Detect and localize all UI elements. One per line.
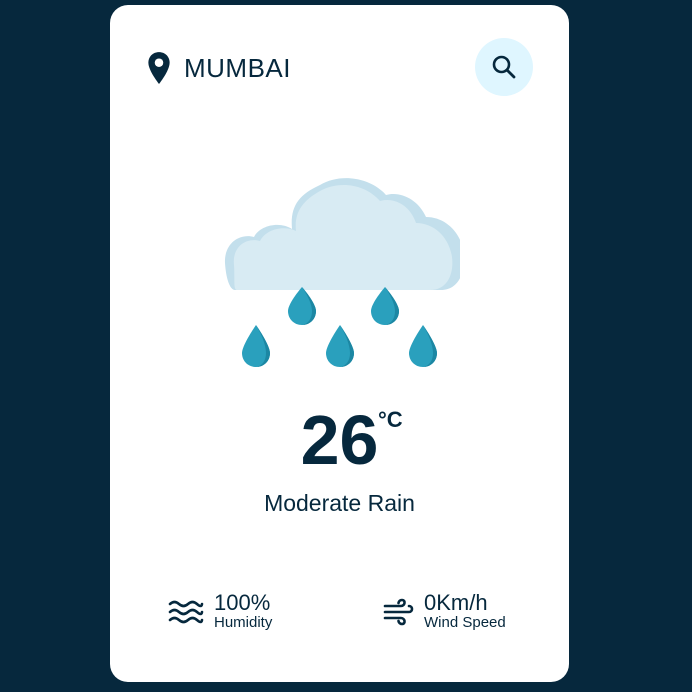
waves-icon	[168, 600, 204, 623]
humidity-stat: 100% Humidity	[168, 591, 272, 632]
rain-cloud-icon	[224, 178, 460, 367]
temperature-value: 26	[300, 401, 379, 479]
wind-stat: 0Km/h Wind Speed	[382, 591, 506, 632]
humidity-label: Humidity	[214, 614, 273, 632]
location-pin-icon	[148, 52, 170, 84]
search-button[interactable]	[475, 38, 533, 96]
temperature-display: 26 °C	[110, 405, 569, 475]
wind-speed-value: 0Km/h	[424, 590, 488, 615]
temperature-unit: °C	[378, 407, 403, 432]
wind-icon	[383, 598, 414, 625]
wind-speed-label: Wind Speed	[424, 614, 506, 632]
weather-card: MUMBAI 26 °C Moderate Rain 100% Humidity…	[110, 5, 569, 682]
city-name: MUMBAI	[184, 52, 291, 83]
search-icon	[492, 55, 516, 79]
humidity-value: 100%	[214, 590, 271, 615]
location-header: MUMBAI	[146, 51, 291, 85]
weather-description: Moderate Rain	[264, 490, 415, 516]
